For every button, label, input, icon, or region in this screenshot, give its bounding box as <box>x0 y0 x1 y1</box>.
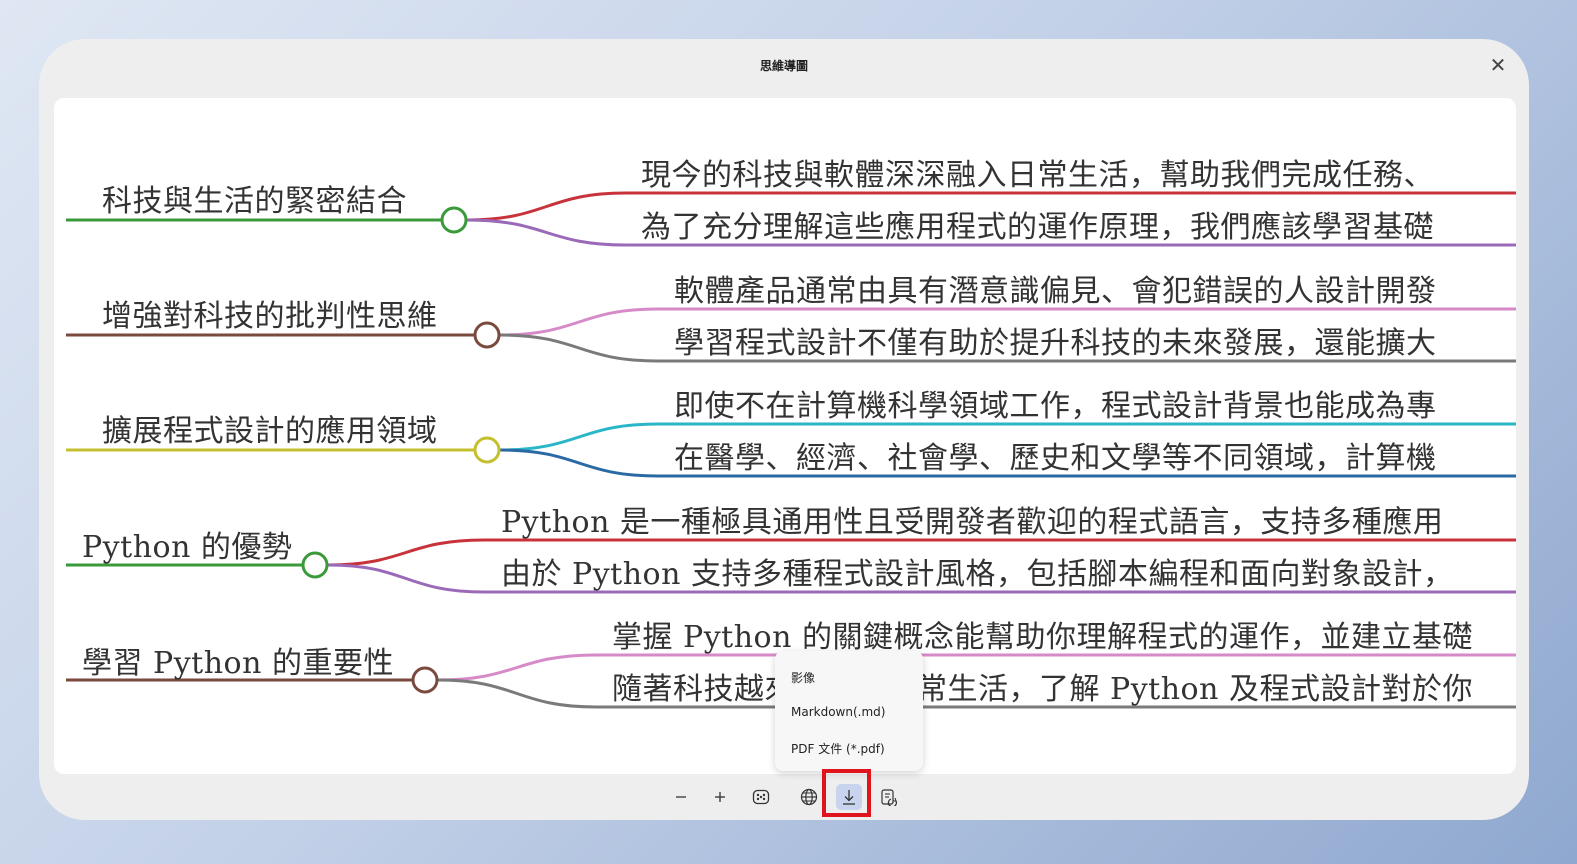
export-image-item[interactable]: 影像 <box>791 669 815 686</box>
topic-node[interactable]: 學習 Python 的重要性 <box>82 638 394 682</box>
topic-node-circle <box>440 206 468 234</box>
topic-node-circle <box>473 436 501 464</box>
topic-node-circle <box>411 666 439 694</box>
export-pdf-item[interactable]: PDF 文件 (*.pdf) <box>791 740 885 757</box>
export-markdown-item[interactable]: Markdown(.md) <box>791 705 885 719</box>
window-title: 思維導圖 <box>759 59 808 73</box>
leaf-node[interactable]: 學習程式設計不僅有助於提升科技的未來發展，還能擴大 <box>674 318 1437 362</box>
zoom-in-icon[interactable] <box>707 784 733 810</box>
leaf-node[interactable]: 軟體產品通常由具有潛意識偏見、會犯錯誤的人設計開發 <box>674 266 1437 310</box>
topic-node-circle <box>301 551 329 579</box>
topic-node[interactable]: 增強對科技的批判性思維 <box>102 291 438 335</box>
close-icon[interactable]: ✕ <box>1489 55 1507 75</box>
leaf-node[interactable]: 隨著科技越來越融入日常生活，了解 Python 及程式設計對於你 <box>612 664 1473 708</box>
leaf-node[interactable]: 即使不在計算機科學領域工作，程式設計背景也能成為專 <box>674 381 1437 425</box>
leaf-node[interactable]: 為了充分理解這些應用程式的運作原理，我們應該學習基礎 <box>641 202 1434 246</box>
leaf-node[interactable]: 由於 Python 支持多種程式設計風格，包括腳本編程和面向對象設計， <box>501 549 1453 593</box>
download-icon[interactable] <box>836 784 862 810</box>
topic-node[interactable]: 科技與生活的緊密結合 <box>102 176 407 220</box>
leaf-node[interactable]: Python 是一種極具通用性且受開發者歡迎的程式語言，支持多種應用 <box>501 497 1443 541</box>
topic-node[interactable]: 擴展程式設計的應用領域 <box>102 406 438 450</box>
convert-icon[interactable] <box>876 784 902 810</box>
mindmap-window: 思維導圖 ✕ 科技與生活的緊密結合 現今的科技與軟體深深融入日常生活，幫助我們完… <box>39 39 1529 820</box>
leaf-node[interactable]: 在醫學、經濟、社會學、歷史和文學等不同領域，計算機 <box>674 433 1437 477</box>
leaf-node[interactable]: 掌握 Python 的關鍵概念能幫助你理解程式的運作，並建立基礎 <box>612 612 1473 656</box>
topic-node-circle <box>473 321 501 349</box>
globe-icon[interactable] <box>796 784 822 810</box>
leaf-node[interactable]: 現今的科技與軟體深深融入日常生活，幫助我們完成任務、 <box>641 150 1434 194</box>
zoom-out-icon[interactable] <box>668 784 694 810</box>
export-menu: 影像 Markdown(.md) PDF 文件 (*.pdf) <box>775 651 923 771</box>
topic-node[interactable]: Python 的優勢 <box>82 522 292 566</box>
layout-icon[interactable] <box>748 784 774 810</box>
